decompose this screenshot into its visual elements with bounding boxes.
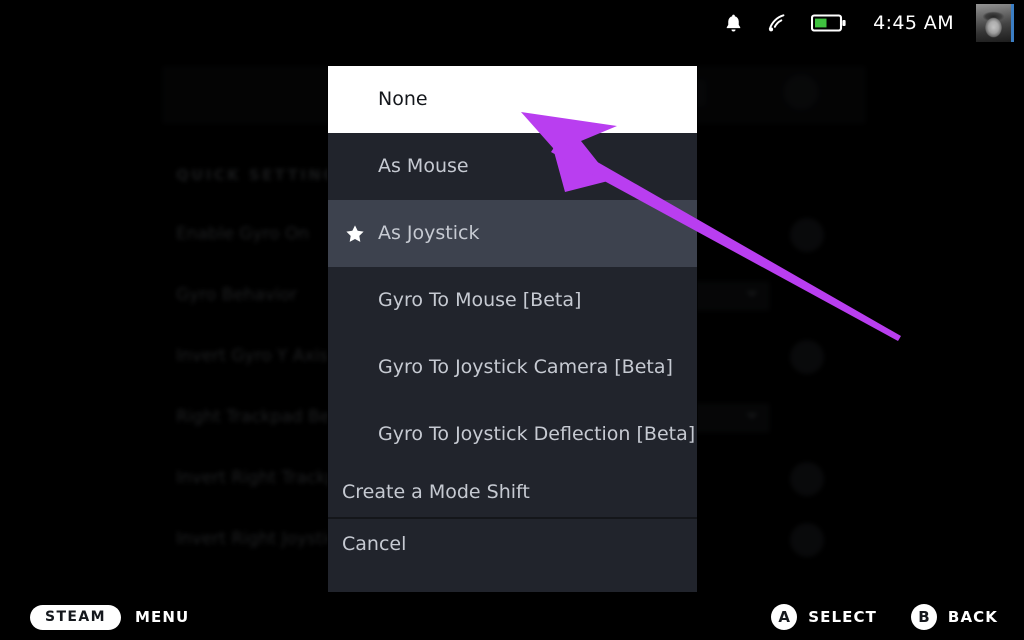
action-select-label: SELECT [808,608,877,626]
menu-item-label: As Joystick [378,222,480,244]
chevron-down-icon [746,413,758,419]
menu-item-as-joystick[interactable]: As Joystick [328,200,697,267]
status-bar-clock: 4:45 AM [873,12,954,34]
background-row-label: Gyro Behavior [176,285,298,305]
background-row-label: Invert Right Joystick [176,529,347,549]
menu-item-label: Gyro To Joystick Camera [Beta] [378,356,673,378]
wifi-icon[interactable] [766,12,789,34]
a-button-icon: A [771,604,798,630]
star-icon [344,223,366,245]
background-row-toggle [790,340,824,374]
avatar-shade [976,4,1011,42]
background-row-toggle [790,462,824,496]
steam-deck-screen: QUICK SETTINGS Enable Gyro On Gyro Behav… [0,0,1024,640]
bottom-bar-actions: A SELECT B BACK [737,604,998,630]
menu-item-label: Create a Mode Shift [342,481,530,503]
background-row-label: Enable Gyro On [176,224,310,244]
gyro-behavior-option-menu[interactable]: None As Mouse As Joystick Gyro To Mouse … [328,66,697,592]
menu-item-gyro-to-joystick-deflection-beta[interactable]: Gyro To Joystick Deflection [Beta] [328,401,697,468]
background-section-title: QUICK SETTINGS [176,166,352,184]
menu-item-label: Gyro To Joystick Deflection [Beta] [378,423,696,445]
background-row-toggle [790,523,824,557]
menu-item-label: As Mouse [378,155,469,177]
action-back-label: BACK [947,608,998,626]
menu-item-label: Cancel [342,532,407,555]
menu-item-none[interactable]: None [328,66,697,133]
action-back[interactable]: B BACK [910,604,998,630]
battery-icon[interactable] [811,13,847,33]
menu-item-label: None [378,88,428,110]
bottom-action-bar: STEAM MENU A SELECT B BACK [0,594,1024,640]
steam-button-pill[interactable]: STEAM [30,604,121,630]
menu-item-create-a-mode-shift[interactable]: Create a Mode Shift [328,468,697,517]
notification-bell-icon[interactable] [723,12,744,34]
menu-item-gyro-to-joystick-camera-beta[interactable]: Gyro To Joystick Camera [Beta] [328,334,697,401]
menu-item-gyro-to-mouse-beta[interactable]: Gyro To Mouse [Beta] [328,267,697,334]
user-avatar[interactable] [976,4,1014,42]
status-bar: 4:45 AM [0,0,1024,46]
background-knob [784,75,818,109]
background-row-toggle [790,218,824,252]
menu-item-cancel[interactable]: Cancel [328,519,697,568]
menu-hint-label: MENU [134,608,190,626]
chevron-down-icon [746,291,758,297]
action-select[interactable]: A SELECT [771,604,877,630]
background-row-label: Invert Gyro Y Axis [176,346,329,366]
menu-item-as-mouse[interactable]: As Mouse [328,133,697,200]
menu-item-label: Gyro To Mouse [Beta] [378,289,582,311]
b-button-icon: B [910,604,937,630]
